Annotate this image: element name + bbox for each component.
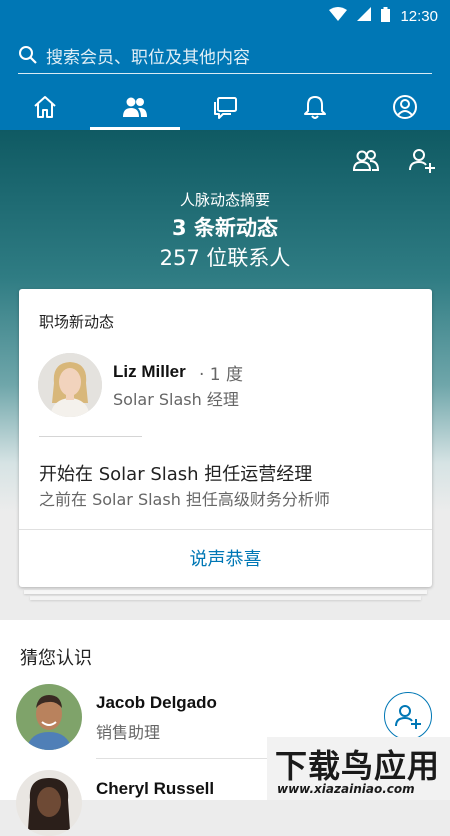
add-connection-icon[interactable] [408, 146, 436, 178]
stacked-card-edge [24, 590, 427, 594]
notifications-icon [304, 96, 326, 119]
avatar[interactable] [38, 353, 102, 417]
stacked-card-edge [30, 596, 421, 600]
tab-bar [0, 84, 450, 130]
avatar[interactable] [16, 770, 82, 836]
watermark: 下载鸟应用 www.xiazainiao.com [267, 737, 450, 800]
summary-contacts[interactable]: 257 位联系人 [0, 242, 450, 272]
home-icon [34, 96, 56, 118]
hero-actions [352, 146, 436, 178]
search-input[interactable] [46, 47, 416, 68]
messages-icon [214, 97, 237, 119]
status-bar: 12:30 [0, 0, 450, 32]
update-previous: 之前在 Solar Slash 担任高级财务分析师 [39, 490, 330, 509]
tab-notifications[interactable] [270, 84, 360, 130]
summary-updates[interactable]: 3 条新动态 [0, 212, 450, 242]
person-title: Solar Slash 经理 [113, 390, 239, 409]
connection-degree: · 1 度 [199, 365, 244, 385]
person-name[interactable]: Jacob Delgado [96, 693, 217, 713]
update-headline: 开始在 Solar Slash 担任运营经理 [39, 464, 313, 485]
watermark-url: www.xiazainiao.com [277, 782, 415, 796]
tab-network[interactable] [90, 84, 180, 130]
job-update-card[interactable]: 职场新动态 Liz Miller · 1 度 Solar Slash 经理 开始… [19, 289, 432, 587]
manage-connections-icon[interactable] [352, 146, 380, 178]
signal-icon [357, 7, 372, 25]
tab-messages[interactable] [180, 84, 270, 130]
avatar[interactable] [16, 684, 82, 750]
watermark-title: 下载鸟应用 [275, 747, 441, 785]
search-icon[interactable] [18, 45, 38, 70]
wifi-icon [329, 7, 348, 25]
section-title: 猜您认识 [20, 648, 92, 669]
search-bar[interactable] [18, 42, 432, 74]
network-icon [123, 97, 147, 117]
tab-profile[interactable] [360, 84, 450, 130]
profile-icon [393, 95, 417, 119]
tab-home[interactable] [0, 84, 90, 130]
card-title: 职场新动态 [39, 313, 115, 331]
divider [39, 436, 142, 437]
add-connection-icon [395, 705, 421, 729]
battery-icon [381, 6, 391, 26]
summary-label: 人脉动态摘要 [179, 191, 270, 209]
congratulate-button[interactable]: 说声恭喜 [19, 529, 432, 587]
connect-button[interactable] [384, 692, 432, 740]
person-name[interactable]: Cheryl Russell [96, 779, 214, 799]
person-name[interactable]: Liz Miller [113, 362, 186, 382]
person-title: 销售助理 [96, 723, 161, 742]
clock: 12:30 [400, 7, 438, 25]
app-header [0, 32, 450, 130]
